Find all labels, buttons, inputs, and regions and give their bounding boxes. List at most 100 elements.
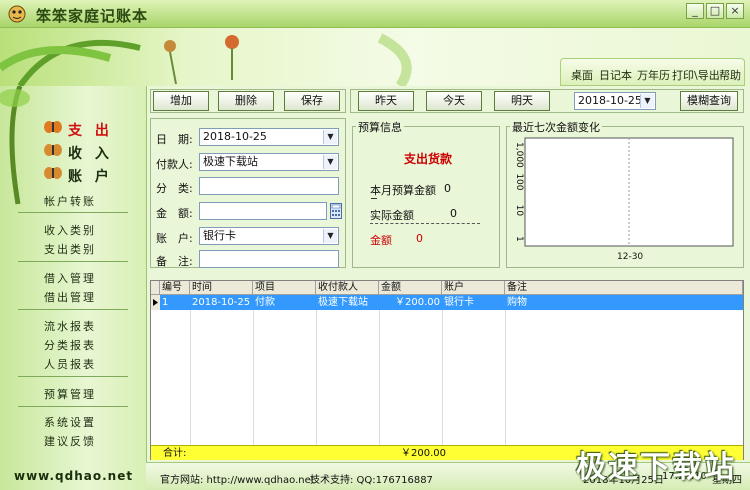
date-field[interactable]: 2018-10-25 ▼ (199, 128, 339, 146)
cell-id: 1 (162, 297, 169, 308)
yesterday-button[interactable]: 昨天 (358, 91, 414, 111)
cell-account: 银行卡 (444, 297, 474, 308)
balance-value: 0 (416, 232, 423, 245)
y-tick-label: 1,000 (514, 142, 524, 168)
grid-line (316, 310, 317, 445)
note-label: 备 注: (156, 255, 193, 268)
sidebar-divider (18, 309, 128, 310)
cell-item: 付款 (255, 297, 275, 308)
sidebar-divider (18, 261, 128, 262)
col-header-note[interactable]: 备注 (505, 281, 743, 295)
account-select-value: 银行卡 (203, 229, 236, 242)
topnav-print-export[interactable]: 打印\导出 (672, 67, 720, 83)
dropdown-arrow-icon[interactable]: ▼ (323, 130, 337, 144)
row-header-corner (151, 281, 160, 295)
sidebar-divider (18, 376, 128, 377)
sidebar-item-transfer[interactable]: 帐户转账 (44, 193, 96, 209)
fuzzy-search-button[interactable]: 模糊查询 (680, 91, 738, 111)
amount-field[interactable] (199, 202, 327, 220)
title-bar: 笨笨家庭记账本 _ □ × (0, 0, 750, 28)
minimize-button[interactable]: _ (686, 3, 704, 19)
sidebar-item-expense[interactable]: 支 出 (68, 120, 113, 140)
amount-trend-chart: 1,000 100 10 1 12-30 (514, 137, 734, 262)
payee-select-value: 极速下载站 (203, 155, 258, 168)
dropdown-arrow-icon[interactable]: ▼ (323, 155, 337, 169)
add-button[interactable]: 增加 (153, 91, 209, 111)
grid-line (505, 310, 506, 445)
tomorrow-button[interactable]: 明天 (494, 91, 550, 111)
budget-heading: 支出货款 (404, 152, 453, 166)
category-label: 分 类: (156, 182, 193, 195)
x-tick-label: 12-30 (617, 252, 643, 262)
topnav-calendar[interactable]: 万年历 (637, 67, 670, 83)
y-tick-label: 1 (514, 236, 524, 242)
sidebar-item-flow-report[interactable]: 流水报表 (44, 318, 96, 334)
sidebar-item-income[interactable]: 收 入 (68, 143, 113, 163)
date-label: 日 期: (156, 133, 193, 146)
maximize-button[interactable]: □ (706, 3, 724, 19)
sidebar-item-budget[interactable]: 预算管理 (44, 386, 96, 402)
dropdown-arrow-icon[interactable]: ▼ (640, 94, 654, 108)
sidebar-item-borrow-in[interactable]: 借入管理 (44, 270, 96, 286)
butterfly-icon (44, 166, 62, 180)
cell-payee: 极速下载站 (318, 297, 368, 308)
col-header-time[interactable]: 时间 (190, 281, 253, 295)
note-field[interactable] (199, 250, 339, 268)
delete-button[interactable]: 删除 (218, 91, 274, 111)
payee-label: 付款人: (156, 158, 193, 171)
col-header-account[interactable]: 账户 (442, 281, 505, 295)
butterfly-icon (44, 143, 62, 157)
topnav-help[interactable]: 帮助 (719, 67, 741, 83)
sidebar-item-category-report[interactable]: 分类报表 (44, 337, 96, 353)
sidebar-item-person-report[interactable]: 人员报表 (44, 356, 96, 372)
sidebar-item-expense-category[interactable]: 支出类别 (44, 241, 96, 257)
save-button[interactable]: 保存 (284, 91, 340, 111)
y-tick-label: 100 (514, 173, 524, 190)
grid-line (379, 310, 380, 445)
total-label: 合计: (163, 448, 187, 459)
budget-title: 预算信息 (356, 119, 404, 135)
y-tick-label: 10 (514, 205, 524, 217)
row-pointer-icon (151, 295, 160, 310)
col-header-payee[interactable]: 收付款人 (316, 281, 379, 295)
sidebar-item-income-category[interactable]: 收入类别 (44, 222, 96, 238)
calculator-icon[interactable] (330, 203, 342, 219)
app-logo-icon (6, 4, 28, 24)
site-url: www.qdhao.net (14, 469, 134, 483)
col-header-amount[interactable]: 金额 (379, 281, 442, 295)
divider (371, 198, 377, 199)
dashed-divider (370, 223, 480, 224)
month-budget-value: 0 (444, 182, 451, 195)
actual-amount-label: 实际金额 (370, 209, 414, 222)
sidebar-divider (18, 406, 128, 407)
status-website: 官方网站: http://www.qdhao.net (160, 475, 315, 486)
today-button[interactable]: 今天 (426, 91, 482, 111)
grid-line (190, 310, 191, 445)
grid-line (253, 310, 254, 445)
decorative-palm (0, 86, 30, 205)
close-button[interactable]: × (726, 3, 744, 19)
account-select[interactable]: 银行卡 ▼ (199, 227, 339, 245)
watermark: 极速下载站 (576, 450, 736, 485)
dropdown-arrow-icon[interactable]: ▼ (323, 229, 337, 243)
sidebar-item-lend-out[interactable]: 借出管理 (44, 289, 96, 305)
topnav-desktop[interactable]: 桌面 (571, 67, 593, 83)
topnav-diary[interactable]: 日记本 (599, 67, 632, 83)
payee-select[interactable]: 极速下载站 ▼ (199, 153, 339, 171)
sidebar-item-account[interactable]: 账 户 (68, 166, 113, 186)
category-field[interactable] (199, 177, 339, 195)
sidebar-divider (18, 212, 128, 213)
date-picker-value: 2018-10-25 (578, 94, 642, 107)
date-field-value: 2018-10-25 (203, 130, 267, 143)
col-header-id[interactable]: 编号 (160, 281, 190, 295)
actual-amount-value: 0 (450, 207, 457, 220)
balance-label: 金额 (370, 234, 392, 247)
amount-label: 金 额: (156, 207, 193, 220)
col-header-item[interactable]: 项目 (253, 281, 316, 295)
date-picker[interactable]: 2018-10-25 ▼ (574, 92, 656, 110)
butterfly-icon (44, 120, 62, 134)
sidebar-item-feedback[interactable]: 建议反馈 (44, 433, 96, 449)
month-budget-label: 本月预算金额 (370, 184, 436, 197)
top-nav-bar: 桌面 日记本 万年历 打印\导出 帮助 (560, 58, 745, 86)
sidebar-item-settings[interactable]: 系统设置 (44, 414, 96, 430)
